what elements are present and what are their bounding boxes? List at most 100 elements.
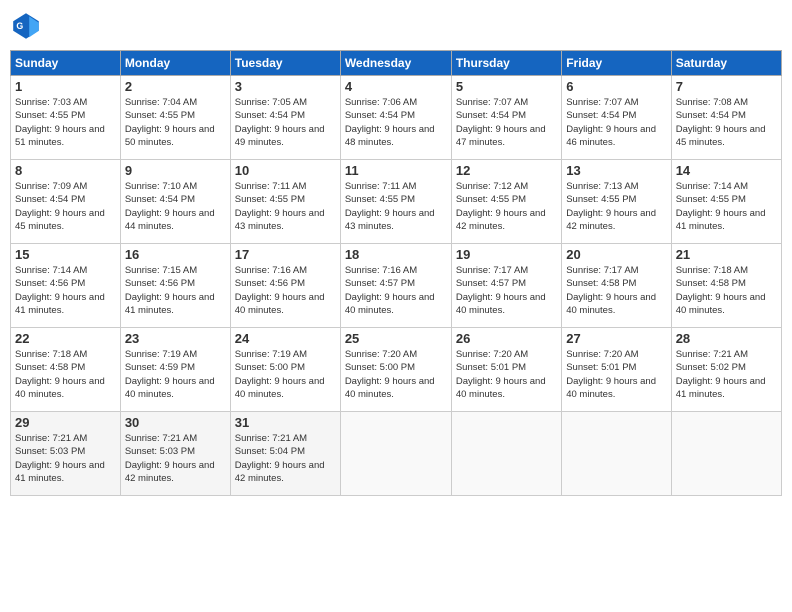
daylight: Daylight: 9 hours and 40 minutes. — [345, 376, 435, 400]
calendar-cell: 27 Sunrise: 7:20 AM Sunset: 5:01 PM Dayl… — [562, 328, 671, 412]
sunrise: Sunrise: 7:17 AM — [456, 265, 528, 276]
sunset: Sunset: 4:55 PM — [676, 194, 746, 205]
sunrise: Sunrise: 7:21 AM — [15, 433, 87, 444]
sunset: Sunset: 5:01 PM — [566, 362, 636, 373]
page-header: G — [10, 10, 782, 42]
weekday-header-friday: Friday — [562, 51, 671, 76]
calendar-cell: 7 Sunrise: 7:08 AM Sunset: 4:54 PM Dayli… — [671, 76, 781, 160]
sunset: Sunset: 5:01 PM — [456, 362, 526, 373]
sunset: Sunset: 4:56 PM — [15, 278, 85, 289]
daylight: Daylight: 9 hours and 40 minutes. — [456, 376, 546, 400]
calendar-cell: 24 Sunrise: 7:19 AM Sunset: 5:00 PM Dayl… — [230, 328, 340, 412]
daylight: Daylight: 9 hours and 43 minutes. — [235, 208, 325, 232]
day-number: 1 — [15, 79, 116, 94]
day-number: 3 — [235, 79, 336, 94]
sunset: Sunset: 4:54 PM — [125, 194, 195, 205]
day-info: Sunrise: 7:21 AM Sunset: 5:04 PM Dayligh… — [235, 432, 336, 485]
day-info: Sunrise: 7:14 AM Sunset: 4:55 PM Dayligh… — [676, 180, 777, 233]
day-number: 20 — [566, 247, 666, 262]
sunrise: Sunrise: 7:03 AM — [15, 97, 87, 108]
weekday-header-thursday: Thursday — [451, 51, 561, 76]
calendar-cell: 2 Sunrise: 7:04 AM Sunset: 4:55 PM Dayli… — [120, 76, 230, 160]
day-info: Sunrise: 7:21 AM Sunset: 5:03 PM Dayligh… — [125, 432, 226, 485]
day-number: 29 — [15, 415, 116, 430]
daylight: Daylight: 9 hours and 46 minutes. — [566, 124, 656, 148]
day-number: 24 — [235, 331, 336, 346]
day-number: 28 — [676, 331, 777, 346]
weekday-header-saturday: Saturday — [671, 51, 781, 76]
daylight: Daylight: 9 hours and 41 minutes. — [15, 460, 105, 484]
daylight: Daylight: 9 hours and 40 minutes. — [676, 292, 766, 316]
weekday-header-row: SundayMondayTuesdayWednesdayThursdayFrid… — [11, 51, 782, 76]
day-number: 4 — [345, 79, 447, 94]
calendar-cell: 23 Sunrise: 7:19 AM Sunset: 4:59 PM Dayl… — [120, 328, 230, 412]
sunset: Sunset: 4:59 PM — [125, 362, 195, 373]
calendar-cell: 14 Sunrise: 7:14 AM Sunset: 4:55 PM Dayl… — [671, 160, 781, 244]
sunrise: Sunrise: 7:18 AM — [15, 349, 87, 360]
day-number: 5 — [456, 79, 557, 94]
sunset: Sunset: 4:56 PM — [235, 278, 305, 289]
day-info: Sunrise: 7:11 AM Sunset: 4:55 PM Dayligh… — [345, 180, 447, 233]
day-number: 25 — [345, 331, 447, 346]
sunrise: Sunrise: 7:20 AM — [345, 349, 417, 360]
sunset: Sunset: 4:58 PM — [676, 278, 746, 289]
calendar-cell: 26 Sunrise: 7:20 AM Sunset: 5:01 PM Dayl… — [451, 328, 561, 412]
sunset: Sunset: 4:55 PM — [125, 110, 195, 121]
day-number: 22 — [15, 331, 116, 346]
calendar-week-3: 15 Sunrise: 7:14 AM Sunset: 4:56 PM Dayl… — [11, 244, 782, 328]
calendar-cell: 18 Sunrise: 7:16 AM Sunset: 4:57 PM Dayl… — [340, 244, 451, 328]
sunrise: Sunrise: 7:09 AM — [15, 181, 87, 192]
sunrise: Sunrise: 7:20 AM — [456, 349, 528, 360]
calendar-cell: 9 Sunrise: 7:10 AM Sunset: 4:54 PM Dayli… — [120, 160, 230, 244]
sunrise: Sunrise: 7:21 AM — [235, 433, 307, 444]
sunrise: Sunrise: 7:21 AM — [676, 349, 748, 360]
daylight: Daylight: 9 hours and 41 minutes. — [676, 208, 766, 232]
calendar-cell: 29 Sunrise: 7:21 AM Sunset: 5:03 PM Dayl… — [11, 412, 121, 496]
daylight: Daylight: 9 hours and 40 minutes. — [456, 292, 546, 316]
day-number: 18 — [345, 247, 447, 262]
day-info: Sunrise: 7:21 AM Sunset: 5:03 PM Dayligh… — [15, 432, 116, 485]
logo-icon: G — [10, 10, 42, 42]
sunrise: Sunrise: 7:16 AM — [235, 265, 307, 276]
calendar-cell: 5 Sunrise: 7:07 AM Sunset: 4:54 PM Dayli… — [451, 76, 561, 160]
sunset: Sunset: 4:54 PM — [345, 110, 415, 121]
sunset: Sunset: 5:04 PM — [235, 446, 305, 457]
day-number: 30 — [125, 415, 226, 430]
sunrise: Sunrise: 7:08 AM — [676, 97, 748, 108]
day-info: Sunrise: 7:08 AM Sunset: 4:54 PM Dayligh… — [676, 96, 777, 149]
day-info: Sunrise: 7:20 AM Sunset: 5:00 PM Dayligh… — [345, 348, 447, 401]
calendar-cell: 8 Sunrise: 7:09 AM Sunset: 4:54 PM Dayli… — [11, 160, 121, 244]
day-number: 7 — [676, 79, 777, 94]
day-number: 23 — [125, 331, 226, 346]
day-number: 27 — [566, 331, 666, 346]
daylight: Daylight: 9 hours and 42 minutes. — [235, 460, 325, 484]
calendar-cell: 12 Sunrise: 7:12 AM Sunset: 4:55 PM Dayl… — [451, 160, 561, 244]
sunset: Sunset: 4:57 PM — [345, 278, 415, 289]
weekday-header-tuesday: Tuesday — [230, 51, 340, 76]
sunrise: Sunrise: 7:06 AM — [345, 97, 417, 108]
sunset: Sunset: 5:00 PM — [235, 362, 305, 373]
day-number: 9 — [125, 163, 226, 178]
weekday-header-wednesday: Wednesday — [340, 51, 451, 76]
day-number: 6 — [566, 79, 666, 94]
sunset: Sunset: 5:02 PM — [676, 362, 746, 373]
day-info: Sunrise: 7:05 AM Sunset: 4:54 PM Dayligh… — [235, 96, 336, 149]
sunset: Sunset: 4:55 PM — [456, 194, 526, 205]
calendar-cell — [671, 412, 781, 496]
day-number: 16 — [125, 247, 226, 262]
sunset: Sunset: 4:55 PM — [235, 194, 305, 205]
day-number: 26 — [456, 331, 557, 346]
sunrise: Sunrise: 7:21 AM — [125, 433, 197, 444]
day-number: 31 — [235, 415, 336, 430]
sunrise: Sunrise: 7:19 AM — [125, 349, 197, 360]
daylight: Daylight: 9 hours and 40 minutes. — [15, 376, 105, 400]
calendar-cell: 6 Sunrise: 7:07 AM Sunset: 4:54 PM Dayli… — [562, 76, 671, 160]
daylight: Daylight: 9 hours and 42 minutes. — [125, 460, 215, 484]
calendar-cell: 13 Sunrise: 7:13 AM Sunset: 4:55 PM Dayl… — [562, 160, 671, 244]
sunset: Sunset: 4:54 PM — [676, 110, 746, 121]
day-number: 21 — [676, 247, 777, 262]
calendar-cell — [562, 412, 671, 496]
sunrise: Sunrise: 7:11 AM — [235, 181, 307, 192]
day-info: Sunrise: 7:16 AM Sunset: 4:56 PM Dayligh… — [235, 264, 336, 317]
daylight: Daylight: 9 hours and 40 minutes. — [235, 376, 325, 400]
